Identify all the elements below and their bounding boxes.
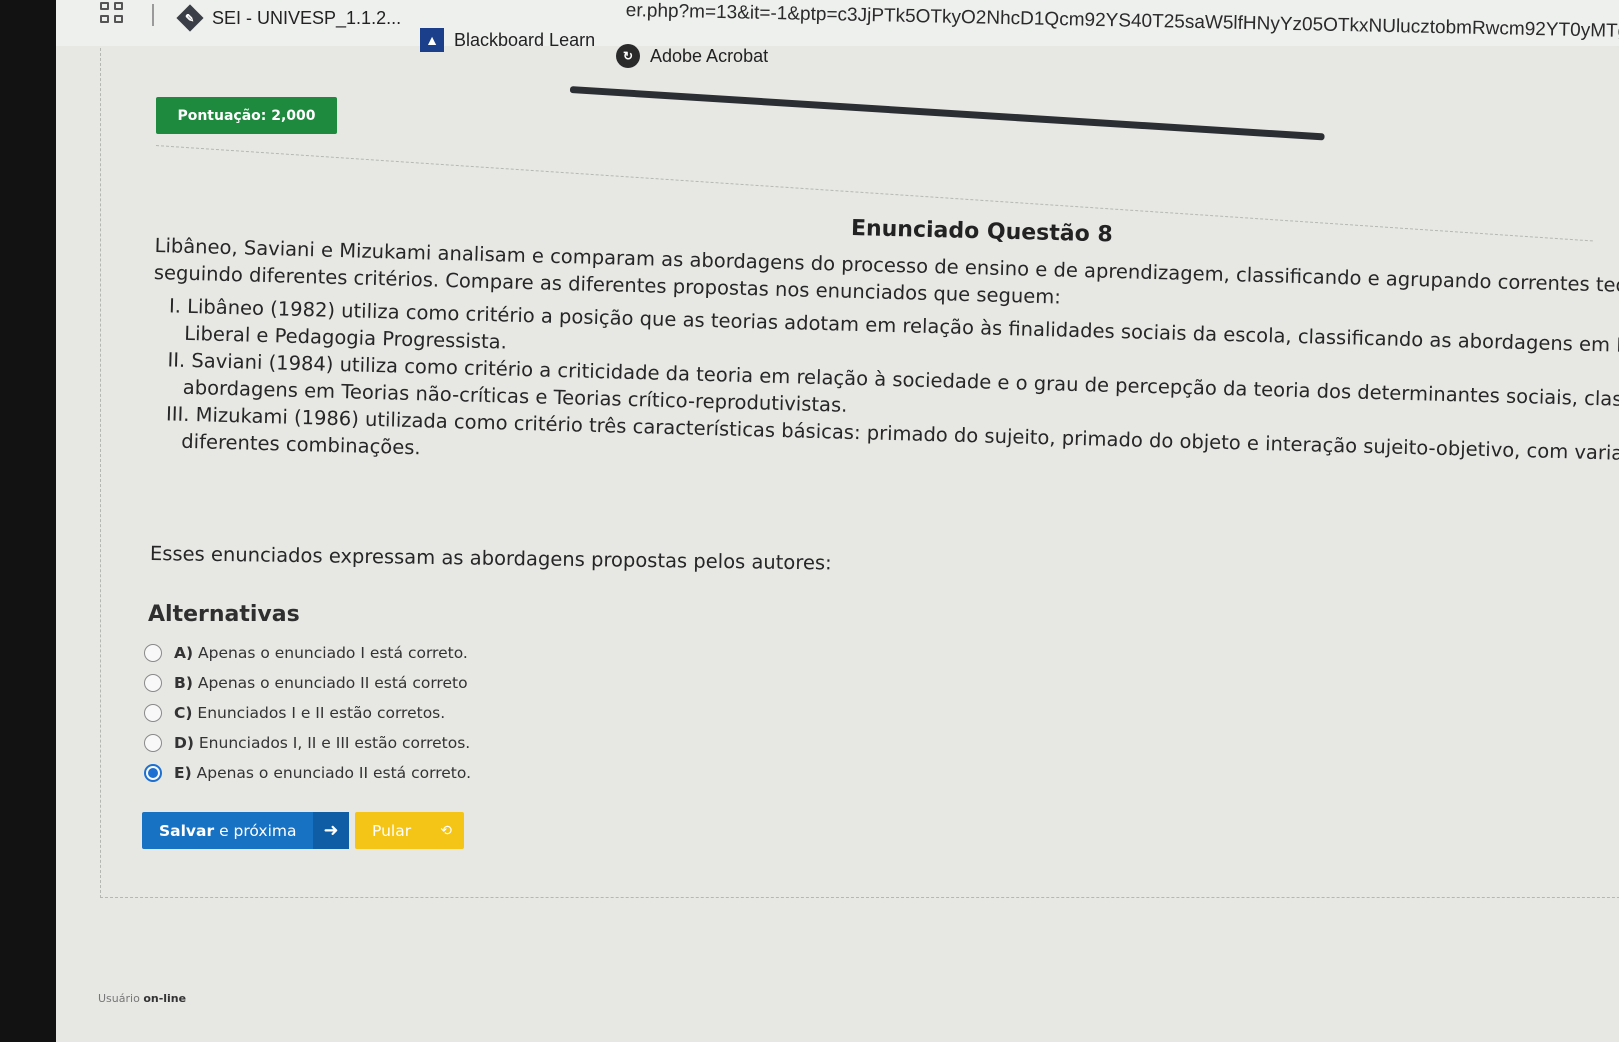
option-letter: C) bbox=[174, 704, 193, 722]
question-stem: Libâneo, Saviani e Mizukami analisam e c… bbox=[149, 232, 1619, 494]
bookmarks-separator bbox=[152, 4, 154, 26]
skip-button[interactable]: Pular ⟲ bbox=[355, 812, 464, 849]
option-text: Apenas o enunciado II está correto bbox=[197, 674, 468, 692]
bookmark-label: SEI - UNIVESP_1.1.2... bbox=[212, 7, 402, 28]
radio-button[interactable] bbox=[144, 704, 162, 722]
skip-label: Pular bbox=[372, 821, 412, 840]
option-letter: B) bbox=[174, 674, 193, 692]
user-status: on-line bbox=[143, 992, 187, 1005]
clock-icon: ⟲ bbox=[440, 822, 452, 839]
address-bar-url[interactable]: er.php?m=13&it=-1&ptp=c3JjPTk5OTkyO2NhcD… bbox=[626, 0, 1619, 44]
bookmark-sei[interactable]: ✎ SEI - UNIVESP_1.1.2... bbox=[176, 4, 402, 32]
radio-button-selected[interactable] bbox=[144, 764, 162, 782]
apps-grid-icon[interactable] bbox=[100, 2, 126, 26]
option-b[interactable]: B) Apenas o enunciado II está correto bbox=[144, 668, 471, 698]
arrow-right-icon: ➜ bbox=[313, 812, 349, 849]
option-text: Enunciados I e II estão corretos. bbox=[197, 704, 446, 722]
option-letter: D) bbox=[174, 734, 194, 752]
save-button-label: Salvar e próxima bbox=[142, 822, 313, 840]
option-text: Apenas o enunciado II está correto. bbox=[196, 764, 471, 782]
option-letter: E) bbox=[174, 764, 192, 782]
score-badge: Pontuação: 2,000 bbox=[156, 97, 337, 134]
alternatives-list: A) Apenas o enunciado I está correto. B)… bbox=[144, 638, 471, 788]
alternatives-title: Alternativas bbox=[148, 602, 300, 627]
save-label-bold: Salvar bbox=[159, 821, 215, 840]
bookmarks-bar: ✎ SEI - UNIVESP_1.1.2... ▲ Blackboard Le… bbox=[56, 0, 1619, 68]
option-d[interactable]: D) Enunciados I, II e III estão corretos… bbox=[144, 728, 471, 758]
user-online-status: Usuário on-line bbox=[98, 992, 186, 1005]
radio-button[interactable] bbox=[144, 644, 162, 662]
radio-button[interactable] bbox=[144, 734, 162, 752]
option-c[interactable]: C) Enunciados I e II estão corretos. bbox=[144, 698, 471, 728]
option-text: Enunciados I, II e III estão corretos. bbox=[198, 734, 471, 752]
save-label-rest: e próxima bbox=[219, 821, 297, 840]
radio-button[interactable] bbox=[144, 674, 162, 692]
option-a[interactable]: A) Apenas o enunciado I está correto. bbox=[144, 638, 471, 668]
option-e[interactable]: E) Apenas o enunciado II está correto. bbox=[144, 758, 471, 788]
user-prefix: Usuário bbox=[98, 992, 140, 1005]
option-text: Apenas o enunciado I está correto. bbox=[198, 644, 468, 662]
sei-icon: ✎ bbox=[176, 4, 204, 32]
browser-screen: ✎ SEI - UNIVESP_1.1.2... ▲ Blackboard Le… bbox=[56, 0, 1619, 1042]
save-and-next-button[interactable]: Salvar e próxima ➜ bbox=[142, 812, 349, 849]
option-letter: A) bbox=[174, 644, 194, 662]
monitor-bezel bbox=[0, 0, 58, 1042]
